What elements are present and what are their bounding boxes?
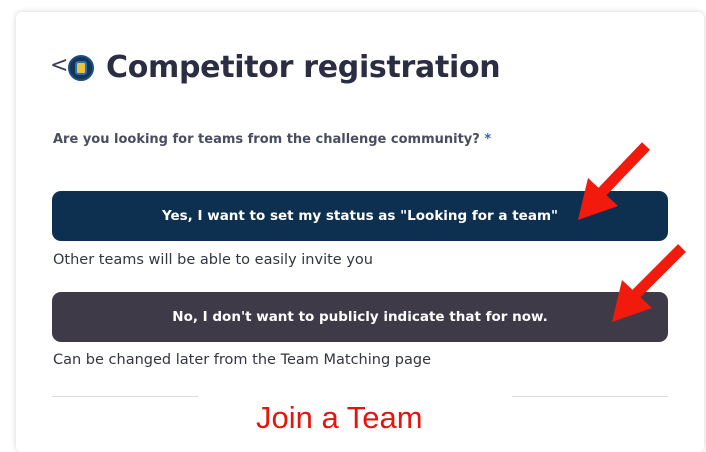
divider-left (52, 396, 198, 397)
red-arrow-icon (578, 142, 650, 220)
no-option-hint: Can be changed later from the Team Match… (53, 352, 431, 368)
join-a-team-annotation: Join a Team (256, 400, 423, 435)
question-text: Are you looking for teams from the chall… (53, 132, 480, 147)
back-chevron-icon[interactable]: < (50, 55, 68, 77)
yes-option-hint: Other teams will be able to easily invit… (53, 252, 373, 268)
question-label: Are you looking for teams from the chall… (53, 132, 491, 147)
red-arrow-icon (612, 244, 686, 322)
required-marker: * (484, 132, 492, 147)
logo-icon (68, 55, 94, 81)
divider-right (512, 396, 668, 397)
not-looking-button[interactable]: No, I don't want to publicly indicate th… (52, 292, 668, 342)
logo-badge (75, 61, 87, 75)
page-title: Competitor registration (106, 50, 501, 85)
